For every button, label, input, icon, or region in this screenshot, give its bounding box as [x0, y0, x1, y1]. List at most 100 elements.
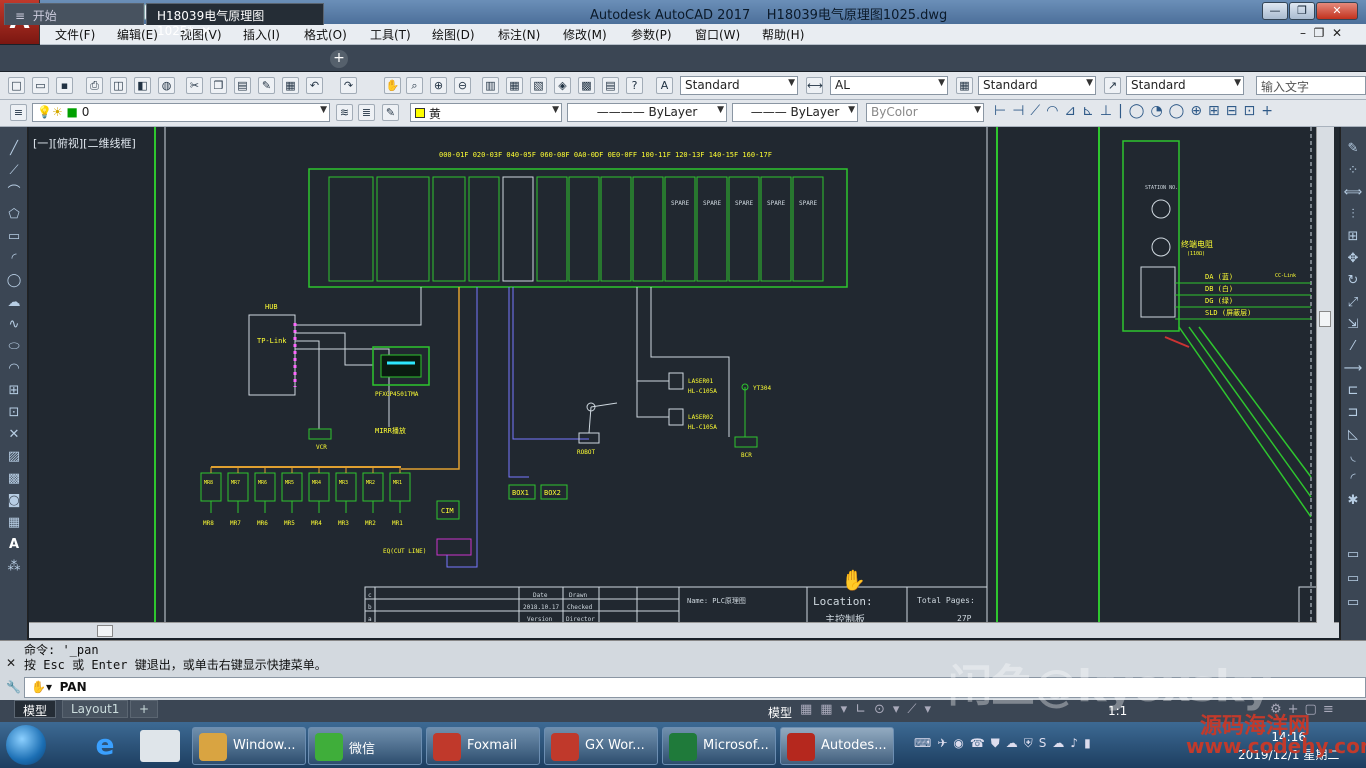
mr-module[interactable]	[227, 472, 249, 502]
tb-cut-icon[interactable]: ✂	[186, 77, 203, 94]
task-autocad[interactable]: Autodes...	[780, 727, 894, 765]
tb-3d-icon[interactable]: ◍	[158, 77, 175, 94]
tb-open-icon[interactable]: ▭	[32, 77, 49, 94]
break-icon[interactable]: ⊏	[1343, 382, 1363, 400]
menu-window-controls-icon[interactable]: – ❐ ✕	[1300, 26, 1342, 40]
mleader-style-select[interactable]: Standard ▼	[1126, 76, 1244, 95]
bcr-box[interactable]	[734, 436, 758, 448]
panel-icon[interactable]: ▭	[1343, 546, 1363, 564]
mr-module[interactable]	[308, 472, 330, 502]
task-foxmail[interactable]: Foxmail	[426, 727, 540, 765]
menu-edit[interactable]: 编辑(E)	[117, 26, 158, 43]
tab-model[interactable]: 模型	[14, 700, 57, 718]
tb-publish-icon[interactable]: ◧	[134, 77, 151, 94]
plc-rack[interactable]	[308, 168, 848, 288]
make-block-icon[interactable]: ⊡	[4, 404, 24, 422]
menu-dimension[interactable]: 标注(N)	[498, 26, 540, 43]
task-window[interactable]: Window...	[192, 727, 306, 765]
text-style-select[interactable]: Standard ▼	[680, 76, 798, 95]
polyline-icon[interactable]: ⌒	[4, 184, 24, 202]
station-module[interactable]	[1122, 140, 1180, 332]
table-icon[interactable]: ▦	[4, 514, 24, 532]
mirror-icon[interactable]: ⟺	[1343, 184, 1363, 202]
make-current-layer-icon[interactable]: ≋	[336, 104, 353, 121]
mr-module[interactable]	[362, 472, 384, 502]
mr-module[interactable]	[200, 472, 222, 502]
tb-toolpalettes-icon[interactable]: ▧	[530, 77, 547, 94]
tb-calc-icon[interactable]: ▤	[602, 77, 619, 94]
status-toggles-icon[interactable]: ▦▦▾∟⊙▾⟋▾	[800, 702, 939, 717]
rectangle-icon[interactable]: ▭	[4, 228, 24, 246]
extend-icon[interactable]: ⟶	[1343, 360, 1363, 378]
eq-box[interactable]	[436, 538, 472, 556]
mr-module[interactable]	[254, 472, 276, 502]
menu-file[interactable]: 文件(F)	[55, 26, 95, 43]
hub-box[interactable]	[248, 314, 296, 396]
tb-matchprop-icon[interactable]: ✎	[258, 77, 275, 94]
tab-add-layout[interactable]: +	[130, 700, 159, 718]
move-icon[interactable]: ✥	[1343, 250, 1363, 268]
vertical-scrollbar[interactable]	[1316, 127, 1334, 623]
start-button[interactable]	[6, 725, 46, 765]
task-gxworks[interactable]: GX Wor...	[544, 727, 658, 765]
horizontal-scrollbar[interactable]	[29, 622, 1339, 638]
tb-help-icon[interactable]: ?	[626, 77, 643, 94]
tb-pan-icon[interactable]: ✋	[384, 77, 401, 94]
tb-properties-icon[interactable]: ▥	[482, 77, 499, 94]
fillet-icon[interactable]: ◟	[1343, 448, 1363, 466]
drawing-canvas[interactable]: 000-01F 020-03F 040-05F 060-08F 0A0-0DF …	[29, 127, 1339, 623]
tb-redo-icon[interactable]: ↷	[340, 77, 357, 94]
tb-zoom-realtime-icon[interactable]: ⌕	[406, 77, 423, 94]
tb-paste-icon[interactable]: ▤	[234, 77, 251, 94]
trim-icon[interactable]: ⁄	[1343, 338, 1363, 356]
hatch-icon[interactable]: ▨	[4, 448, 24, 466]
array-icon[interactable]: ⊞	[1343, 228, 1363, 246]
circle-icon[interactable]: ◯	[4, 272, 24, 290]
linetype-select[interactable]: ———— ByLayer ▼	[567, 103, 727, 122]
ellipse-icon[interactable]: ⬭	[4, 338, 24, 356]
menu-parametric[interactable]: 参数(P)	[631, 26, 672, 43]
rotate-icon[interactable]: ↻	[1343, 272, 1363, 290]
vcr-box[interactable]	[308, 428, 332, 440]
table-style-select[interactable]: Standard ▼	[978, 76, 1096, 95]
plotstyle-select[interactable]: ByColor ▼	[866, 103, 984, 122]
color-select[interactable]: 黄 ▼	[410, 103, 562, 122]
explode-icon[interactable]: ✱	[1343, 492, 1363, 510]
line-icon[interactable]: ╱	[4, 140, 24, 158]
laser2-box[interactable]	[668, 408, 684, 426]
menu-insert[interactable]: 插入(I)	[243, 26, 280, 43]
tb-block-icon[interactable]: ▦	[282, 77, 299, 94]
maximize-button[interactable]: ❐	[1289, 2, 1315, 20]
view-controls[interactable]: [一][俯视][二维线框]	[33, 135, 136, 151]
tab-drawing[interactable]: H18039电气原理图1025* ✕	[146, 3, 324, 38]
stretch-icon[interactable]: ⇲	[1343, 316, 1363, 334]
mr-module[interactable]	[335, 472, 357, 502]
calculator-icon[interactable]	[140, 730, 180, 762]
spline-icon[interactable]: ∿	[4, 316, 24, 334]
join-icon[interactable]: ⊐	[1343, 404, 1363, 422]
chamfer-icon[interactable]: ◺	[1343, 426, 1363, 444]
menu-help[interactable]: 帮助(H)	[762, 26, 804, 43]
tb-copy-icon[interactable]: ❐	[210, 77, 227, 94]
mr-module[interactable]	[389, 472, 411, 502]
dimension-tools-icon[interactable]: ⊢⊣⟋◠⊿⊾⊥|◯◔◯⊕⊞⊟⊡+	[994, 103, 1366, 123]
menu-tools[interactable]: 工具(T)	[370, 26, 411, 43]
point-icon[interactable]: ✕	[4, 426, 24, 444]
robot-icon[interactable]	[578, 402, 618, 444]
tb-undo-icon[interactable]: ↶	[306, 77, 323, 94]
scrollbar-thumb[interactable]	[97, 625, 113, 637]
mr-module[interactable]	[281, 472, 303, 502]
tb-markup-icon[interactable]: ▩	[578, 77, 595, 94]
menu-format[interactable]: 格式(O)	[304, 26, 347, 43]
offset-icon[interactable]: ⫶	[1343, 206, 1363, 224]
scale-icon[interactable]: ⤢	[1343, 294, 1363, 312]
dim-style-select[interactable]: AL ▼	[830, 76, 948, 95]
task-excel[interactable]: Microsof...	[662, 727, 776, 765]
revcloud-icon[interactable]: ☁	[4, 294, 24, 312]
tb-new-icon[interactable]: □	[8, 77, 25, 94]
gradient-icon[interactable]: ▩	[4, 470, 24, 488]
lineweight-select[interactable]: ——— ByLayer ▼	[732, 103, 858, 122]
blend-icon[interactable]: ◜	[1343, 470, 1363, 488]
insert-block-icon[interactable]: ⊞	[4, 382, 24, 400]
tb-zoom-window-icon[interactable]: ⊕	[430, 77, 447, 94]
